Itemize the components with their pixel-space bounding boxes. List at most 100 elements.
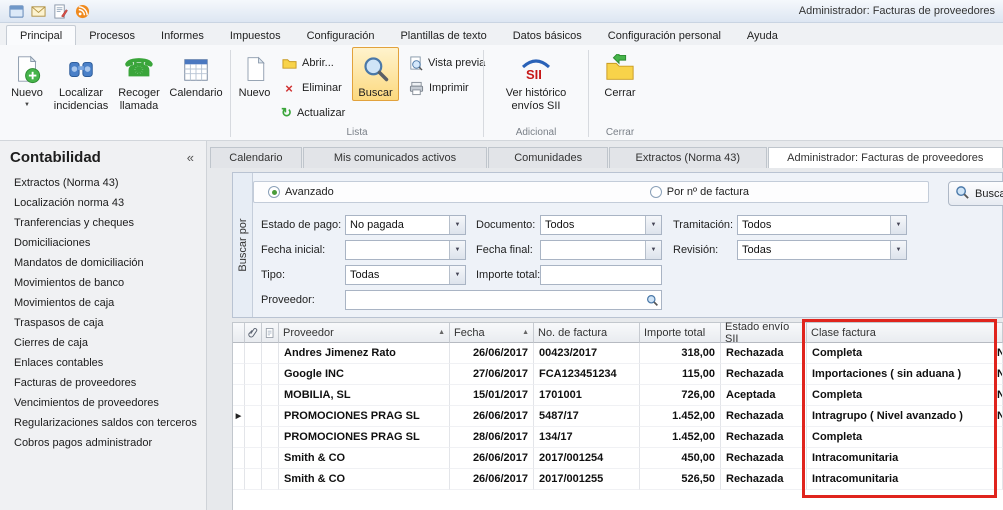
column-header-fecha[interactable]: Fecha ▲ — [450, 323, 534, 343]
mail-icon[interactable] — [30, 3, 47, 20]
cell-status-icon[interactable] — [262, 427, 279, 448]
cell-attachment[interactable] — [245, 427, 262, 448]
localizar-incidencias-button[interactable]: Localizar incidencias — [50, 47, 112, 113]
cell-attachment[interactable] — [245, 385, 262, 406]
cell-no-factura[interactable]: 134/17 — [534, 427, 640, 448]
menu-tab-plantillas[interactable]: Plantillas de texto — [387, 26, 499, 45]
chevron-down-icon[interactable]: ▼ — [645, 241, 661, 259]
sidebar-item-traspasos-caja[interactable]: Traspasos de caja — [0, 313, 206, 333]
table-row[interactable]: Smith & CO 26/06/2017 2017/001254 450,00… — [233, 448, 1003, 469]
cell-estado-sii[interactable]: Rechazada — [721, 427, 807, 448]
menu-tab-impuestos[interactable]: Impuestos — [217, 26, 294, 45]
nuevo-registro-button[interactable]: Nuevo — [233, 47, 276, 101]
table-row[interactable]: Andres Jimenez Rato 26/06/2017 00423/201… — [233, 343, 1003, 364]
cell-estado-sii[interactable]: Rechazada — [721, 364, 807, 385]
fecha-final-select[interactable]: ▼ — [540, 240, 662, 260]
tramitacion-select[interactable]: Todos ▼ — [737, 215, 907, 235]
table-row[interactable]: PROMOCIONES PRAG SL 28/06/2017 134/17 1.… — [233, 427, 1003, 448]
feed-icon[interactable] — [74, 3, 91, 20]
cell-attachment[interactable] — [245, 406, 262, 427]
radio-avanzado[interactable]: Avanzado — [268, 186, 334, 198]
eliminar-button[interactable]: × Eliminar — [276, 79, 350, 97]
chevron-down-icon[interactable]: ▼ — [645, 216, 661, 234]
cell-proveedor[interactable]: Smith & CO — [279, 448, 450, 469]
sidebar-item-localizacion-norma43[interactable]: Localización norma 43 — [0, 193, 206, 213]
tipo-select[interactable]: Todas ▼ — [345, 265, 466, 285]
proveedor-input[interactable] — [345, 290, 662, 310]
recoger-llamada-button[interactable]: ☎ Recoger llamada — [112, 47, 166, 113]
cell-clase-factura[interactable]: Completa — [807, 427, 995, 448]
vista-previa-button[interactable]: Vista previa — [403, 54, 481, 72]
tab-extractos[interactable]: Extractos (Norma 43) — [609, 147, 767, 168]
cell-proveedor[interactable]: Andres Jimenez Rato — [279, 343, 450, 364]
sidebar-item-movimientos-caja[interactable]: Movimientos de caja — [0, 293, 206, 313]
cell-clase-factura[interactable]: Completa — [807, 385, 995, 406]
cell-clase-factura[interactable]: Importaciones ( sin aduana ) — [807, 364, 995, 385]
calendario-button[interactable]: Calendario — [166, 47, 226, 101]
cell-proveedor[interactable]: Smith & CO — [279, 469, 450, 490]
menu-tab-principal[interactable]: Principal — [6, 25, 76, 45]
document-status-column-header[interactable] — [262, 323, 279, 343]
cell-importe[interactable]: 1.452,00 — [640, 406, 721, 427]
actualizar-button[interactable]: ↻ Actualizar — [276, 104, 350, 122]
cell-status-icon[interactable] — [262, 469, 279, 490]
cell-no-factura[interactable]: 2017/001254 — [534, 448, 640, 469]
revision-select[interactable]: Todas ▼ — [737, 240, 907, 260]
radio-por-numero-factura[interactable]: Por nº de factura — [650, 186, 749, 198]
cell-fecha[interactable]: 28/06/2017 — [450, 427, 534, 448]
abrir-button[interactable]: Abrir... — [276, 54, 350, 72]
tab-comunidades[interactable]: Comunidades — [488, 147, 608, 168]
cell-fecha[interactable]: 26/06/2017 — [450, 406, 534, 427]
menu-tab-procesos[interactable]: Procesos — [76, 26, 148, 45]
estado-de-pago-select[interactable]: No pagada ▼ — [345, 215, 466, 235]
cell-importe[interactable]: 526,50 — [640, 469, 721, 490]
buscar-panel-button[interactable]: Buscar — [948, 181, 1003, 206]
cell-clase-factura[interactable]: Completa — [807, 343, 995, 364]
menu-tab-configuracion[interactable]: Configuración — [294, 26, 388, 45]
collapse-sidebar-icon[interactable]: « — [187, 150, 194, 165]
chevron-down-icon[interactable]: ▼ — [449, 216, 465, 234]
menu-tab-datos-basicos[interactable]: Datos básicos — [500, 26, 595, 45]
table-row[interactable]: Google INC 27/06/2017 FCA123451234 115,0… — [233, 364, 1003, 385]
cell-importe[interactable]: 1.452,00 — [640, 427, 721, 448]
sidebar-item-enlaces-contables[interactable]: Enlaces contables — [0, 353, 206, 373]
sidebar-item-movimientos-banco[interactable]: Movimientos de banco — [0, 273, 206, 293]
sidebar-item-regularizaciones[interactable]: Regularizaciones saldos con terceros — [0, 413, 206, 433]
cell-clase-factura[interactable]: Intracomunitaria — [807, 448, 995, 469]
table-row[interactable]: MOBILIA, SL 15/01/2017 1701001 726,00 Ac… — [233, 385, 1003, 406]
attachment-column-header[interactable] — [245, 323, 262, 343]
cell-status-icon[interactable] — [262, 343, 279, 364]
menu-tab-configuracion-personal[interactable]: Configuración personal — [595, 26, 734, 45]
sidebar-item-cobros-pagos[interactable]: Cobros pagos administrador — [0, 433, 206, 453]
cell-clase-factura[interactable]: Intragrupo ( Nivel avanzado ) — [807, 406, 995, 427]
buscar-button[interactable]: Buscar — [352, 47, 399, 101]
nuevo-button[interactable]: Nuevo ▼ — [4, 47, 50, 110]
cell-estado-sii[interactable]: Rechazada — [721, 343, 807, 364]
sidebar-item-extractos[interactable]: Extractos (Norma 43) — [0, 173, 206, 193]
cell-no-factura[interactable]: FCA123451234 — [534, 364, 640, 385]
sidebar-item-vencimientos[interactable]: Vencimientos de proveedores — [0, 393, 206, 413]
column-header-estado-sii[interactable]: Estado envío SII — [721, 323, 807, 343]
cell-attachment[interactable] — [245, 448, 262, 469]
chevron-down-icon[interactable]: ▼ — [449, 266, 465, 284]
cell-attachment[interactable] — [245, 364, 262, 385]
cell-no-factura[interactable]: 00423/2017 — [534, 343, 640, 364]
cell-attachment[interactable] — [245, 343, 262, 364]
cell-estado-sii[interactable]: Rechazada — [721, 469, 807, 490]
cell-no-factura[interactable]: 1701001 — [534, 385, 640, 406]
fecha-inicial-select[interactable]: ▼ — [345, 240, 466, 260]
cell-importe[interactable]: 726,00 — [640, 385, 721, 406]
column-header-clase-factura[interactable]: Clase factura — [807, 323, 995, 343]
documento-select[interactable]: Todos ▼ — [540, 215, 662, 235]
column-header-importe-total[interactable]: Importe total — [640, 323, 721, 343]
cerrar-button[interactable]: Cerrar — [594, 47, 646, 101]
sidebar-item-mandatos[interactable]: Mandatos de domiciliación — [0, 253, 206, 273]
tab-facturas-proveedores[interactable]: Administrador: Facturas de proveedores — [768, 147, 1003, 168]
cell-fecha[interactable]: 26/06/2017 — [450, 448, 534, 469]
cell-status-icon[interactable] — [262, 364, 279, 385]
cell-estado-sii[interactable]: Aceptada — [721, 385, 807, 406]
cell-proveedor[interactable]: PROMOCIONES PRAG SL — [279, 406, 450, 427]
cell-fecha[interactable]: 26/06/2017 — [450, 469, 534, 490]
ver-historico-sii-button[interactable]: SII Ver histórico envíos SII — [497, 47, 575, 113]
column-header-no-factura[interactable]: No. de factura — [534, 323, 640, 343]
